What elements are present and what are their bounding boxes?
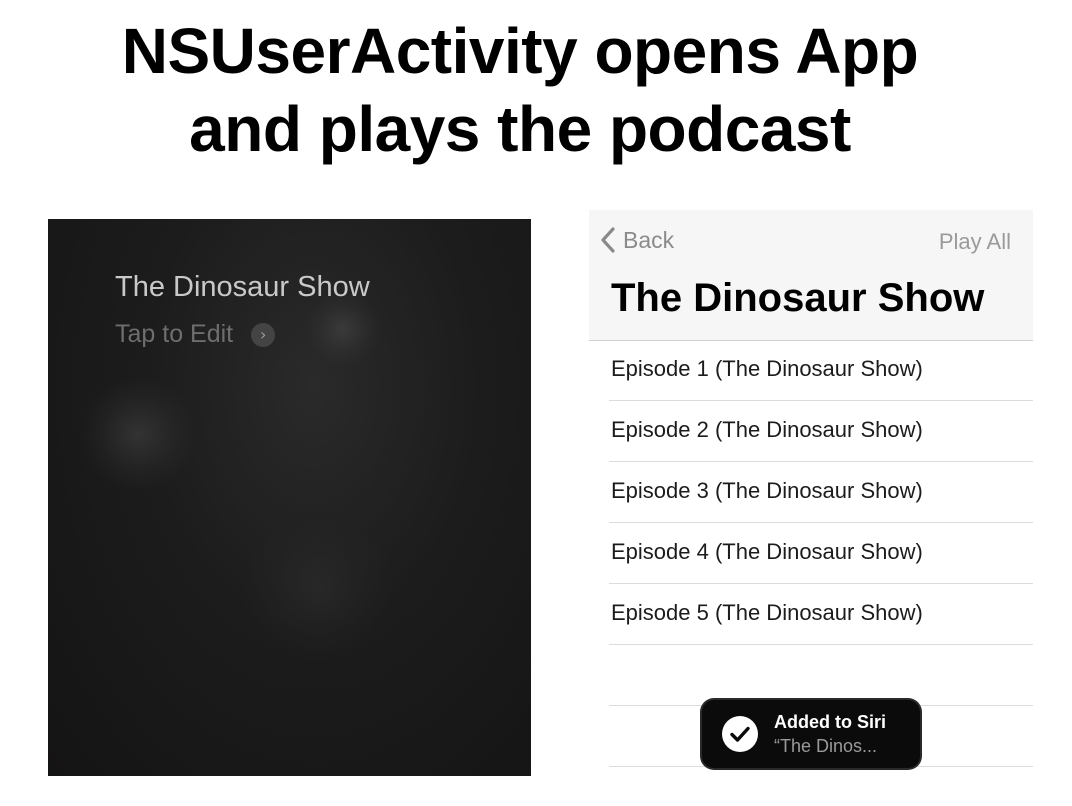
- toast-subtitle: “The Dinos...: [774, 736, 878, 756]
- added-to-siri-toast: Added to Siri “The Dinos...: [702, 700, 920, 768]
- list-item[interactable]: Episode 4 (The Dinosaur Show): [589, 523, 1033, 584]
- navigation-bar: Back Play All The Dinosaur Show: [589, 210, 1033, 341]
- tap-to-edit-button[interactable]: Tap to Edit ›: [115, 320, 276, 349]
- empty-list-row: [589, 645, 1033, 706]
- podcast-app-screen: Back Play All The Dinosaur Show Episode …: [589, 210, 1033, 780]
- slide: NSUserActivity opens App and plays the p…: [0, 0, 1072, 806]
- episode-label: Episode 3 (The Dinosaur Show): [611, 478, 923, 503]
- episode-label: Episode 1 (The Dinosaur Show): [611, 356, 923, 381]
- chevron-left-icon: [601, 227, 615, 253]
- toast-title: Added to Siri: [774, 712, 886, 732]
- checkmark-glyph: [730, 726, 750, 742]
- slide-title-line-2: and plays the podcast: [189, 93, 851, 165]
- siri-panel: The Dinosaur Show Tap to Edit ›: [48, 219, 531, 776]
- play-all-button[interactable]: Play All: [939, 229, 1011, 255]
- siri-glow: [303, 294, 383, 364]
- list-item[interactable]: Episode 1 (The Dinosaur Show): [589, 340, 1033, 401]
- chevron-right-icon: ›: [251, 322, 276, 347]
- slide-title-line-1: NSUserActivity opens App: [121, 15, 919, 87]
- list-item[interactable]: Episode 3 (The Dinosaur Show): [589, 462, 1033, 523]
- checkmark-icon: [722, 716, 758, 752]
- tap-to-edit-label: Tap to Edit: [115, 320, 234, 348]
- page-title: The Dinosaur Show: [611, 276, 985, 320]
- list-item[interactable]: Episode 2 (The Dinosaur Show): [589, 401, 1033, 462]
- episode-label: Episode 4 (The Dinosaur Show): [611, 539, 923, 564]
- siri-shortcut-name: The Dinosaur Show: [115, 271, 370, 303]
- list-item[interactable]: Episode 5 (The Dinosaur Show): [589, 584, 1033, 645]
- back-label: Back: [623, 226, 675, 253]
- slide-title: NSUserActivity opens App and plays the p…: [0, 12, 1040, 168]
- siri-glow: [238, 519, 398, 659]
- episode-label: Episode 2 (The Dinosaur Show): [611, 417, 923, 442]
- siri-glow: [78, 379, 198, 489]
- back-button[interactable]: Back: [599, 226, 674, 254]
- episode-label: Episode 5 (The Dinosaur Show): [611, 600, 923, 625]
